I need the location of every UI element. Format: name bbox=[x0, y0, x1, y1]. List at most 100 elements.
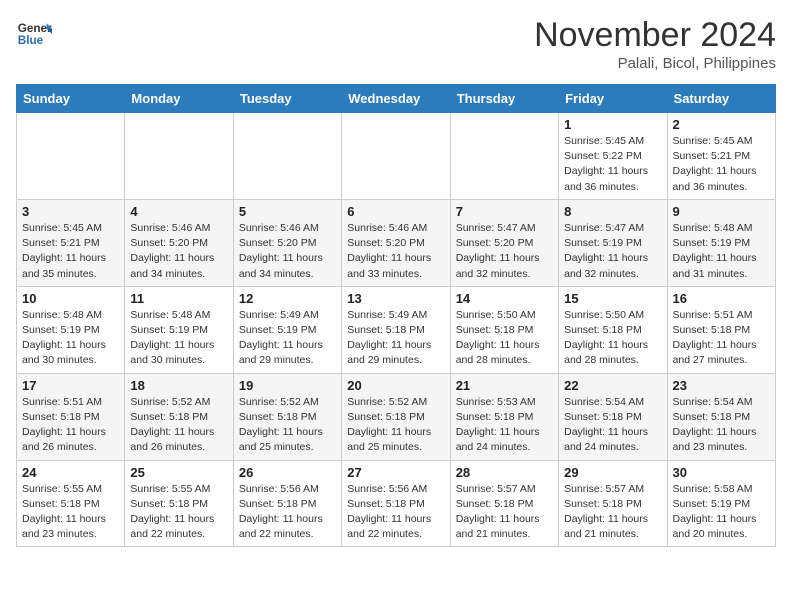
day-number: 3 bbox=[22, 204, 119, 219]
day-number: 8 bbox=[564, 204, 661, 219]
day-info: Sunrise: 5:49 AM Sunset: 5:18 PM Dayligh… bbox=[347, 308, 444, 369]
day-info: Sunrise: 5:57 AM Sunset: 5:18 PM Dayligh… bbox=[564, 482, 661, 543]
calendar-cell: 14Sunrise: 5:50 AM Sunset: 5:18 PM Dayli… bbox=[450, 286, 558, 373]
day-info: Sunrise: 5:46 AM Sunset: 5:20 PM Dayligh… bbox=[130, 221, 227, 282]
day-info: Sunrise: 5:53 AM Sunset: 5:18 PM Dayligh… bbox=[456, 395, 553, 456]
calendar-cell bbox=[450, 113, 558, 200]
calendar-cell: 17Sunrise: 5:51 AM Sunset: 5:18 PM Dayli… bbox=[17, 373, 125, 460]
location-title: Palali, Bicol, Philippines bbox=[534, 55, 776, 72]
day-number: 29 bbox=[564, 465, 661, 480]
calendar-cell bbox=[17, 113, 125, 200]
week-row-2: 3 Sunrise: 5:45 AM Sunset: 5:21 PM Daylig… bbox=[17, 199, 776, 286]
day-info: Sunrise: 5:52 AM Sunset: 5:18 PM Dayligh… bbox=[239, 395, 336, 456]
calendar-cell: 8 Sunrise: 5:47 AM Sunset: 5:19 PM Daylig… bbox=[559, 199, 667, 286]
calendar-cell: 4 Sunrise: 5:46 AM Sunset: 5:20 PM Daylig… bbox=[125, 199, 233, 286]
day-number: 12 bbox=[239, 291, 336, 306]
day-number: 28 bbox=[456, 465, 553, 480]
day-number: 16 bbox=[673, 291, 770, 306]
day-info: Sunrise: 5:46 AM Sunset: 5:20 PM Dayligh… bbox=[347, 221, 444, 282]
weekday-header-row: SundayMondayTuesdayWednesdayThursdayFrid… bbox=[17, 85, 776, 113]
day-number: 5 bbox=[239, 204, 336, 219]
month-title: November 2024 bbox=[534, 16, 776, 55]
weekday-header-saturday: Saturday bbox=[667, 85, 775, 113]
day-info: Sunrise: 5:47 AM Sunset: 5:20 PM Dayligh… bbox=[456, 221, 553, 282]
day-number: 21 bbox=[456, 378, 553, 393]
calendar-cell: 15 Sunrise: 5:50 AM Sunset: 5:18 PM Dayli… bbox=[559, 286, 667, 373]
day-number: 19 bbox=[239, 378, 336, 393]
day-number: 23 bbox=[673, 378, 770, 393]
svg-text:Blue: Blue bbox=[18, 34, 44, 47]
day-number: 26 bbox=[239, 465, 336, 480]
day-number: 7 bbox=[456, 204, 553, 219]
day-info: Sunrise: 5:45 AM Sunset: 5:22 PM Dayligh… bbox=[564, 134, 661, 195]
day-number: 20 bbox=[347, 378, 444, 393]
calendar-cell: 24 Sunrise: 5:55 AM Sunset: 5:18 PM Dayli… bbox=[17, 460, 125, 547]
calendar-cell: 11Sunrise: 5:48 AM Sunset: 5:19 PM Dayli… bbox=[125, 286, 233, 373]
calendar-cell bbox=[342, 113, 450, 200]
calendar-cell: 9 Sunrise: 5:48 AM Sunset: 5:19 PM Daylig… bbox=[667, 199, 775, 286]
day-number: 14 bbox=[456, 291, 553, 306]
calendar-cell: 29 Sunrise: 5:57 AM Sunset: 5:18 PM Dayli… bbox=[559, 460, 667, 547]
day-number: 27 bbox=[347, 465, 444, 480]
calendar-cell: 30 Sunrise: 5:58 AM Sunset: 5:19 PM Dayli… bbox=[667, 460, 775, 547]
day-info: Sunrise: 5:48 AM Sunset: 5:19 PM Dayligh… bbox=[130, 308, 227, 369]
day-info: Sunrise: 5:51 AM Sunset: 5:18 PM Dayligh… bbox=[673, 308, 770, 369]
calendar-cell: 18 Sunrise: 5:52 AM Sunset: 5:18 PM Dayli… bbox=[125, 373, 233, 460]
day-number: 9 bbox=[673, 204, 770, 219]
day-info: Sunrise: 5:45 AM Sunset: 5:21 PM Dayligh… bbox=[22, 221, 119, 282]
day-number: 4 bbox=[130, 204, 227, 219]
day-info: Sunrise: 5:46 AM Sunset: 5:20 PM Dayligh… bbox=[239, 221, 336, 282]
day-info: Sunrise: 5:56 AM Sunset: 5:18 PM Dayligh… bbox=[239, 482, 336, 543]
day-info: Sunrise: 5:57 AM Sunset: 5:18 PM Dayligh… bbox=[456, 482, 553, 543]
calendar-cell: 28 Sunrise: 5:57 AM Sunset: 5:18 PM Dayli… bbox=[450, 460, 558, 547]
weekday-header-wednesday: Wednesday bbox=[342, 85, 450, 113]
calendar-cell: 20 Sunrise: 5:52 AM Sunset: 5:18 PM Dayli… bbox=[342, 373, 450, 460]
day-number: 25 bbox=[130, 465, 227, 480]
day-info: Sunrise: 5:52 AM Sunset: 5:18 PM Dayligh… bbox=[347, 395, 444, 456]
calendar-cell: 13 Sunrise: 5:49 AM Sunset: 5:18 PM Dayli… bbox=[342, 286, 450, 373]
weekday-header-friday: Friday bbox=[559, 85, 667, 113]
calendar-cell: 2 Sunrise: 5:45 AM Sunset: 5:21 PM Daylig… bbox=[667, 113, 775, 200]
day-number: 18 bbox=[130, 378, 227, 393]
day-number: 24 bbox=[22, 465, 119, 480]
calendar-cell: 23 Sunrise: 5:54 AM Sunset: 5:18 PM Dayli… bbox=[667, 373, 775, 460]
day-number: 2 bbox=[673, 117, 770, 132]
calendar-cell: 25 Sunrise: 5:55 AM Sunset: 5:18 PM Dayli… bbox=[125, 460, 233, 547]
day-info: Sunrise: 5:48 AM Sunset: 5:19 PM Dayligh… bbox=[673, 221, 770, 282]
title-block: November 2024 Palali, Bicol, Philippines bbox=[534, 16, 776, 72]
calendar-cell: 22Sunrise: 5:54 AM Sunset: 5:18 PM Dayli… bbox=[559, 373, 667, 460]
day-number: 6 bbox=[347, 204, 444, 219]
calendar-cell: 5 Sunrise: 5:46 AM Sunset: 5:20 PM Daylig… bbox=[233, 199, 341, 286]
day-info: Sunrise: 5:45 AM Sunset: 5:21 PM Dayligh… bbox=[673, 134, 770, 195]
day-info: Sunrise: 5:54 AM Sunset: 5:18 PM Dayligh… bbox=[673, 395, 770, 456]
day-info: Sunrise: 5:55 AM Sunset: 5:18 PM Dayligh… bbox=[22, 482, 119, 543]
day-info: Sunrise: 5:52 AM Sunset: 5:18 PM Dayligh… bbox=[130, 395, 227, 456]
day-number: 1 bbox=[564, 117, 661, 132]
calendar-cell: 3 Sunrise: 5:45 AM Sunset: 5:21 PM Daylig… bbox=[17, 199, 125, 286]
week-row-1: 1 Sunrise: 5:45 AM Sunset: 5:22 PM Daylig… bbox=[17, 113, 776, 200]
logo: General Blue bbox=[16, 16, 52, 52]
weekday-header-thursday: Thursday bbox=[450, 85, 558, 113]
week-row-5: 24 Sunrise: 5:55 AM Sunset: 5:18 PM Dayli… bbox=[17, 460, 776, 547]
calendar-cell bbox=[125, 113, 233, 200]
day-info: Sunrise: 5:51 AM Sunset: 5:18 PM Dayligh… bbox=[22, 395, 119, 456]
calendar-cell: 27 Sunrise: 5:56 AM Sunset: 5:18 PM Dayli… bbox=[342, 460, 450, 547]
day-info: Sunrise: 5:47 AM Sunset: 5:19 PM Dayligh… bbox=[564, 221, 661, 282]
calendar-cell: 10Sunrise: 5:48 AM Sunset: 5:19 PM Dayli… bbox=[17, 286, 125, 373]
day-number: 13 bbox=[347, 291, 444, 306]
day-info: Sunrise: 5:50 AM Sunset: 5:18 PM Dayligh… bbox=[564, 308, 661, 369]
calendar-cell: 16 Sunrise: 5:51 AM Sunset: 5:18 PM Dayli… bbox=[667, 286, 775, 373]
weekday-header-tuesday: Tuesday bbox=[233, 85, 341, 113]
day-number: 15 bbox=[564, 291, 661, 306]
day-number: 30 bbox=[673, 465, 770, 480]
calendar-cell: 21 Sunrise: 5:53 AM Sunset: 5:18 PM Dayli… bbox=[450, 373, 558, 460]
calendar-cell: 12Sunrise: 5:49 AM Sunset: 5:19 PM Dayli… bbox=[233, 286, 341, 373]
day-info: Sunrise: 5:56 AM Sunset: 5:18 PM Dayligh… bbox=[347, 482, 444, 543]
calendar-cell: 6 Sunrise: 5:46 AM Sunset: 5:20 PM Daylig… bbox=[342, 199, 450, 286]
day-info: Sunrise: 5:55 AM Sunset: 5:18 PM Dayligh… bbox=[130, 482, 227, 543]
weekday-header-sunday: Sunday bbox=[17, 85, 125, 113]
day-info: Sunrise: 5:54 AM Sunset: 5:18 PM Dayligh… bbox=[564, 395, 661, 456]
calendar-cell: 1 Sunrise: 5:45 AM Sunset: 5:22 PM Daylig… bbox=[559, 113, 667, 200]
calendar-table: SundayMondayTuesdayWednesdayThursdayFrid… bbox=[16, 84, 776, 547]
day-info: Sunrise: 5:58 AM Sunset: 5:19 PM Dayligh… bbox=[673, 482, 770, 543]
